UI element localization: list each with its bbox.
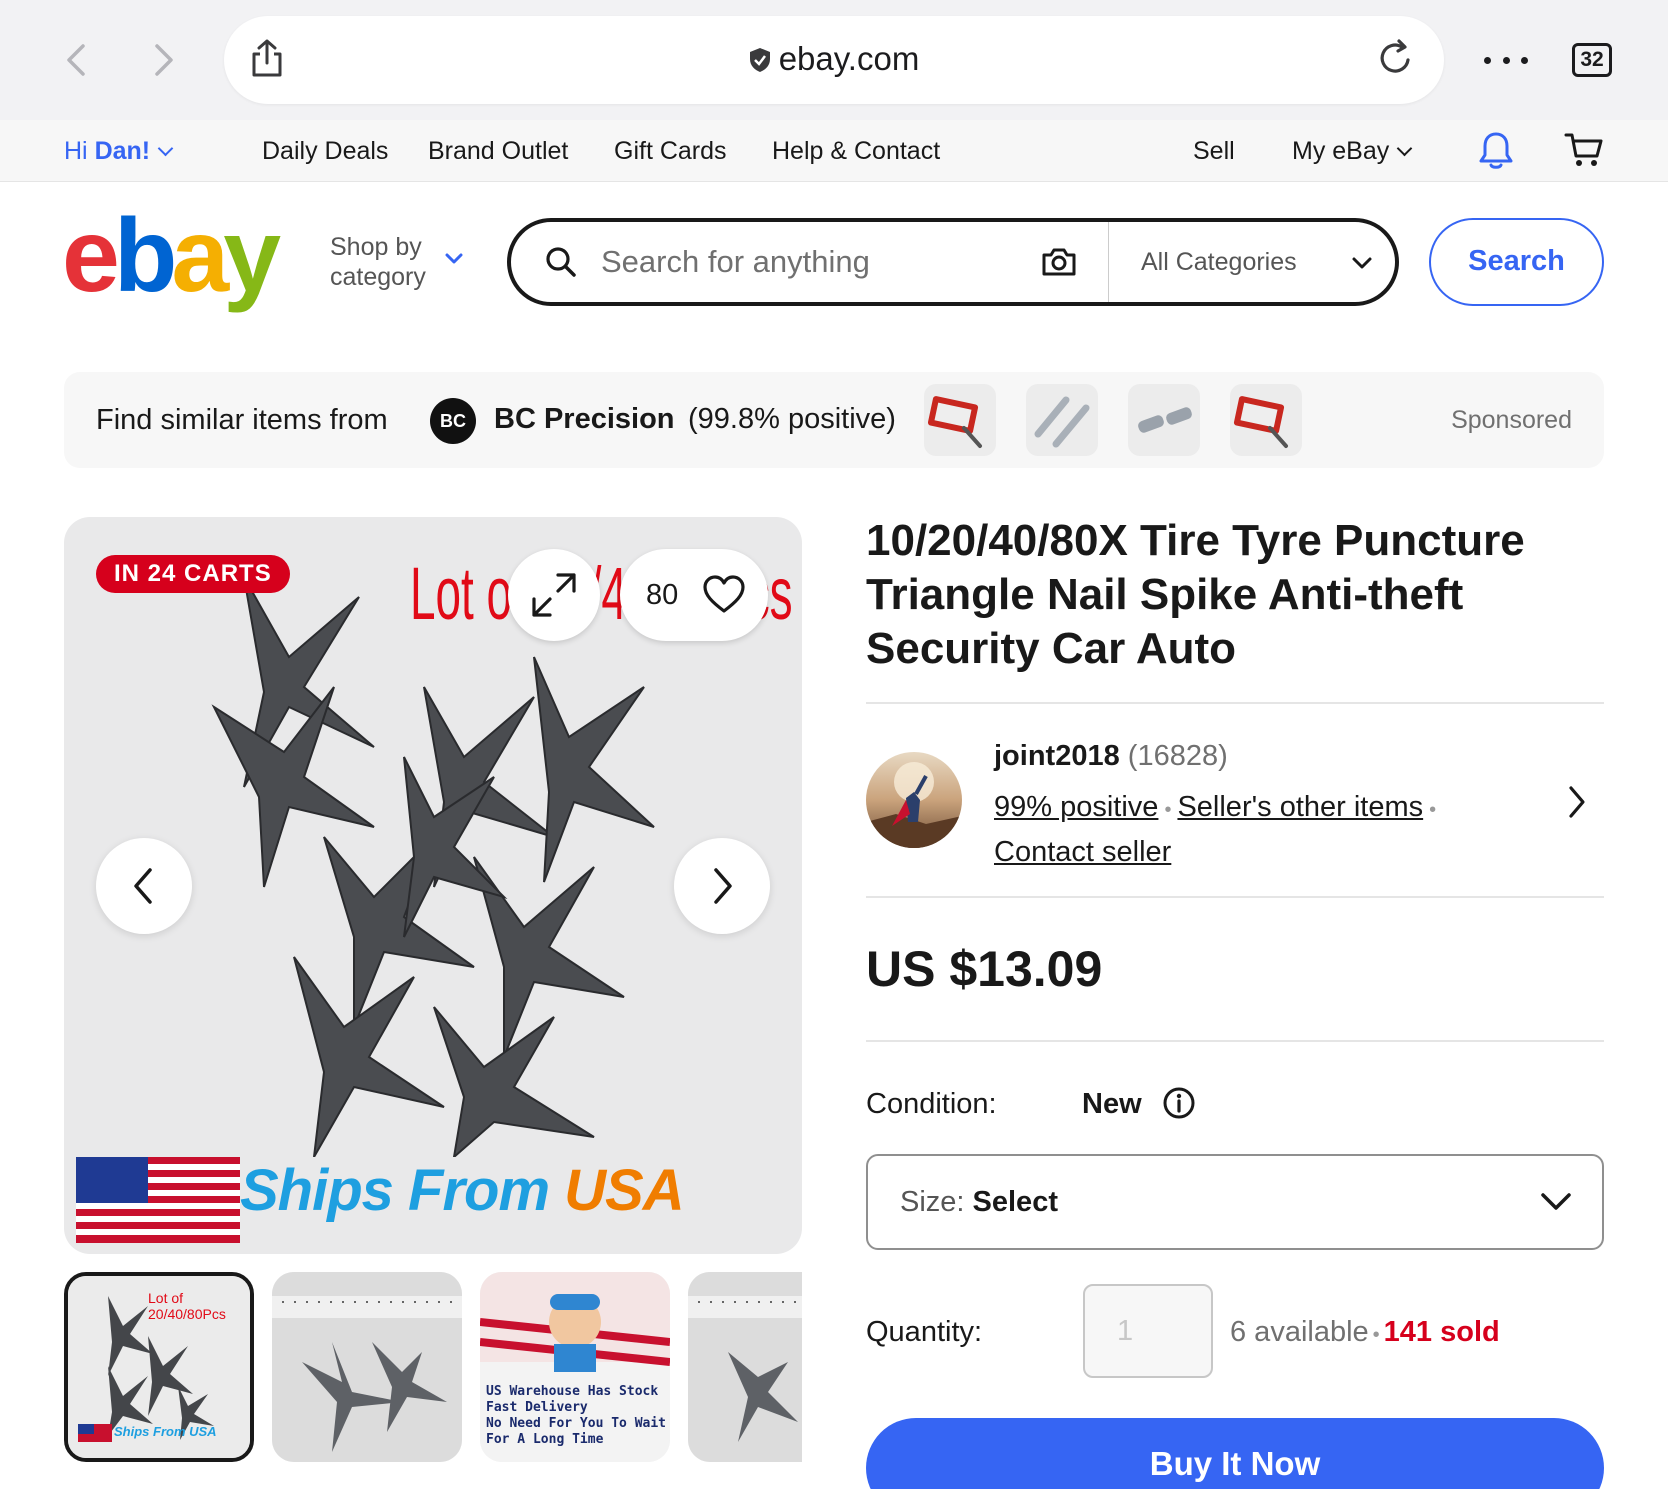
availability: 6 available • 141 sold (1230, 1316, 1500, 1349)
nav-help-contact[interactable]: Help & Contact (772, 137, 940, 166)
similar-items-banner[interactable]: Find similar items from BC BC Precision … (64, 372, 1604, 468)
next-image-button[interactable] (674, 838, 770, 934)
thumbnail-1-banner: Ships From USA (114, 1424, 217, 1439)
back-icon[interactable] (56, 36, 96, 84)
category-select[interactable]: All Categories (1141, 248, 1297, 277)
in-carts-badge: IN 24 CARTS (96, 555, 290, 593)
bell-icon[interactable] (1478, 130, 1514, 177)
heart-icon (703, 575, 745, 613)
brand-name[interactable]: BC Precision (494, 403, 675, 436)
divider (866, 702, 1604, 704)
separator-dot: • (1372, 1324, 1380, 1346)
similar-item-thumb[interactable] (924, 384, 996, 456)
search-button[interactable]: Search (1429, 218, 1604, 306)
chevron-down-icon (1541, 1193, 1571, 1210)
size-label: Size: (900, 1186, 973, 1218)
previous-image-button[interactable] (96, 838, 192, 934)
thumbnail-3[interactable]: US Warehouse Has Stock Fast Delivery No … (480, 1272, 670, 1462)
ebay-global-nav: Hi Dan! Daily Deals Brand Outlet Gift Ca… (0, 120, 1668, 182)
quantity-input[interactable]: 1 (1083, 1284, 1213, 1378)
thumbnail-4[interactable] (688, 1272, 802, 1462)
chevron-right-icon[interactable] (1564, 784, 1590, 825)
thumbnail-1-caption: Lot of 20/40/80Pcs (148, 1290, 226, 1322)
separator-dot: • (1429, 799, 1437, 821)
sold-count: 141 sold (1383, 1316, 1500, 1348)
greeting-menu[interactable]: Hi Dan! (64, 137, 174, 166)
search-input[interactable]: Search for anything (601, 244, 870, 280)
camera-icon[interactable] (1041, 246, 1077, 283)
search-box: Search for anything All Categories (507, 218, 1399, 306)
reload-icon[interactable] (1378, 38, 1418, 82)
seller-name[interactable]: joint2018 (994, 740, 1120, 772)
available-count: 6 available (1230, 1316, 1369, 1348)
info-icon[interactable] (1162, 1086, 1196, 1125)
seller-positive-link[interactable]: 99% positive (994, 791, 1158, 823)
nav-daily-deals[interactable]: Daily Deals (262, 137, 388, 166)
similar-lead-text: Find similar items from (96, 404, 388, 436)
more-options-icon[interactable] (1484, 40, 1528, 80)
browser-toolbar: ebay.com 32 (0, 0, 1668, 120)
ships-from-usa-banner: Ships From USA (240, 1158, 685, 1223)
thumbnail-strip: Lot of 20/40/80Pcs Ships From USA US War… (64, 1272, 802, 1462)
tab-count-button[interactable]: 32 (1572, 43, 1612, 77)
brand-logo: BC (430, 398, 476, 444)
brand-rating: (99.8% positive) (688, 403, 896, 435)
thumbnail-1[interactable]: Lot of 20/40/80Pcs Ships From USA (64, 1272, 254, 1462)
price: US $13.09 (866, 941, 1103, 997)
my-ebay-menu[interactable]: My eBay (1292, 137, 1413, 166)
shield-icon (749, 48, 770, 72)
chevron-left-icon (134, 868, 152, 904)
ebay-logo[interactable]: ebay (62, 204, 281, 308)
search-divider (1108, 222, 1109, 302)
similar-item-thumb[interactable] (1026, 384, 1098, 456)
watchlist-button[interactable]: 80 (620, 549, 768, 641)
condition-label: Condition: (866, 1088, 997, 1120)
forward-icon[interactable] (144, 36, 184, 84)
chevron-down-icon (1396, 140, 1413, 157)
similar-item-thumb[interactable] (1128, 384, 1200, 456)
seller-links: 99% positive • Seller's other items • Conta… (994, 786, 1442, 873)
expand-image-button[interactable] (508, 549, 600, 641)
cart-icon[interactable] (1564, 130, 1604, 177)
watch-count: 80 (646, 579, 679, 611)
nav-gift-cards[interactable]: Gift Cards (614, 137, 727, 166)
size-select[interactable]: Size: Select (866, 1154, 1604, 1250)
url-domain: ebay.com (224, 40, 1444, 78)
shop-by-category[interactable]: Shop by category (330, 232, 426, 292)
domain-text: ebay.com (778, 40, 920, 77)
buy-it-now-button[interactable]: Buy It Now (866, 1418, 1604, 1489)
quantity-label: Quantity: (866, 1316, 983, 1348)
condition-value: New (1082, 1088, 1142, 1120)
nav-brand-outlet[interactable]: Brand Outlet (428, 137, 568, 166)
separator-dot: • (1164, 799, 1172, 821)
us-flag-image (76, 1157, 240, 1243)
sponsored-label: Sponsored (1451, 406, 1572, 434)
product-image-gallery[interactable]: IN 24 CARTS Lot of 20/40/80Pcs 80 Ships … (64, 517, 802, 1254)
seller-other-items-link[interactable]: Seller's other items (1177, 791, 1423, 823)
seller-avatar[interactable] (866, 752, 962, 848)
similar-item-thumb[interactable] (1230, 384, 1302, 456)
thumbnail-2[interactable] (272, 1272, 462, 1462)
seller-feedback-count: (16828) (1127, 740, 1228, 772)
chevron-down-icon[interactable] (1351, 248, 1373, 283)
expand-icon (532, 573, 576, 617)
chevron-right-icon (714, 868, 732, 904)
divider (866, 896, 1604, 898)
contact-seller-link[interactable]: Contact seller (994, 836, 1171, 868)
nav-sell[interactable]: Sell (1193, 137, 1235, 166)
chevron-down-icon (157, 140, 174, 157)
address-bar[interactable]: ebay.com (224, 16, 1444, 104)
chevron-down-icon[interactable] (444, 252, 464, 271)
divider (866, 1040, 1604, 1042)
listing-title: 10/20/40/80X Tire Tyre Puncture Triangle… (866, 516, 1525, 673)
search-icon (545, 246, 577, 283)
seller-info[interactable]: joint2018 (16828) (994, 740, 1228, 773)
thumbnail-3-text: US Warehouse Has Stock Fast Delivery No … (486, 1384, 667, 1447)
size-value: Select (972, 1186, 1058, 1218)
